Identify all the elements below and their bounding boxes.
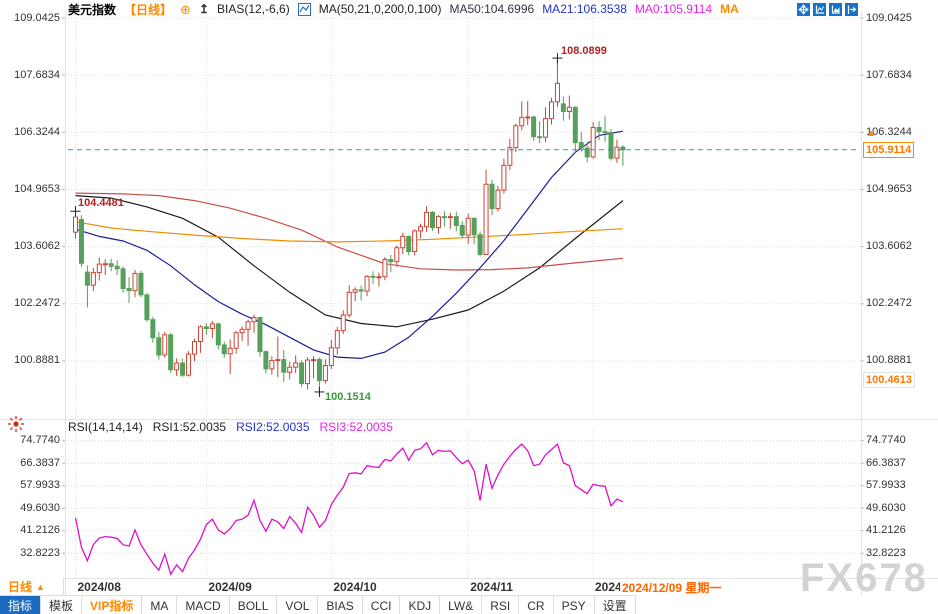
- open-high-marker-label: 104.4481: [78, 197, 124, 209]
- rsi1-value: RSI1:52.0035: [153, 420, 226, 434]
- zoom-axes-icon[interactable]: [813, 3, 826, 16]
- month-label: 2024/08: [78, 580, 121, 594]
- candles: [74, 58, 625, 392]
- toolbar-item-RSI[interactable]: RSI: [482, 596, 519, 614]
- ma-lines: [76, 131, 623, 358]
- month-label-partial: 2024: [595, 580, 622, 594]
- rsi-axis-label-right: 49.6030: [866, 502, 924, 515]
- toolbar-item-PSY[interactable]: PSY: [554, 596, 595, 614]
- live-indicator-icon[interactable]: [6, 414, 26, 439]
- rsi-axis-label-right: 74.7740: [866, 434, 924, 447]
- rsi3-value: RSI3:52.0035: [320, 420, 393, 434]
- rsi-axis-label-right: 57.9933: [866, 479, 924, 492]
- toolbar-item-LW&[interactable]: LW&: [440, 596, 482, 614]
- toolbar-item-VOL[interactable]: VOL: [277, 596, 318, 614]
- move-chart-icon[interactable]: [797, 3, 810, 16]
- watermark: FX678: [800, 556, 928, 601]
- ma0-value: MA0:105.9114: [635, 2, 712, 16]
- rsi-axis-label-left: 41.2126: [2, 524, 60, 537]
- period-selector-button[interactable]: 日线 ▲: [0, 578, 64, 595]
- price-arrow-icon: ▲: [866, 128, 876, 139]
- rsi2-value: RSI2:52.0035: [236, 420, 309, 434]
- y-axis-label-left: 103.6062: [2, 240, 60, 253]
- chart-canvas[interactable]: [0, 0, 938, 614]
- y-axis-label-right: 103.6062: [866, 240, 924, 253]
- pin-top-icon[interactable]: ↥: [199, 2, 209, 16]
- rsi-title: RSI(14,14,14): [68, 420, 143, 434]
- rsi-axis-label-left: 49.6030: [2, 502, 60, 515]
- period-selector-label: 日线: [8, 578, 32, 595]
- y-axis-label-left: 106.3244: [2, 126, 60, 139]
- chart-app: 美元指数 【日线】 ⊕ ↥ BIAS(12,-6,6) MA(50,21,0,2…: [0, 0, 938, 614]
- low-marker-label: 100.1514: [325, 391, 371, 403]
- y-axis-label-right: 109.0425: [866, 12, 924, 25]
- y-axis-label-left: 107.6834: [2, 69, 60, 82]
- current-date-label: 2024/12/09 星期一: [620, 579, 723, 596]
- ma-line-MA100: [76, 222, 623, 242]
- month-label: 2024/10: [333, 580, 376, 594]
- toolbar-item-VIP指标[interactable]: VIP指标: [82, 596, 142, 614]
- ma-line-MA21: [76, 131, 623, 358]
- rsi-line: [76, 443, 623, 574]
- indicator-toolbar: 指标模板VIP指标MAMACDBOLLVOLBIASCCIKDJLW&RSICR…: [0, 595, 636, 614]
- y-axis-label-left: 109.0425: [2, 12, 60, 25]
- y-axis-label-left: 104.9653: [2, 183, 60, 196]
- month-label: 2024/09: [208, 580, 251, 594]
- gridlines: [0, 12, 938, 595]
- chart-tool-icons: [797, 3, 858, 16]
- current-price-badge: 105.9114: [863, 142, 914, 158]
- symbol-title: 美元指数: [68, 1, 116, 18]
- toolbar-item-BOLL[interactable]: BOLL: [230, 596, 278, 614]
- rsi-axis-label-right: 66.3837: [866, 457, 924, 470]
- toolbar-item-CR[interactable]: CR: [519, 596, 553, 614]
- pan-right-icon[interactable]: [845, 3, 858, 16]
- bias-indicator-label: BIAS(12,-6,6): [217, 2, 290, 16]
- rsi-axis-label-left: 66.3837: [2, 457, 60, 470]
- y-axis-label-right: 104.9653: [866, 183, 924, 196]
- toolbar-item-MACD[interactable]: MACD: [177, 596, 229, 614]
- toolbar-item-模板[interactable]: 模板: [41, 596, 82, 614]
- ma50-value: MA50:104.6996: [449, 2, 534, 16]
- period-label[interactable]: 【日线】: [124, 1, 172, 18]
- y-axis-label-left: 102.2472: [2, 297, 60, 310]
- y-axis-label-right: 107.6834: [866, 69, 924, 82]
- y-axis-label-left: 100.8881: [2, 354, 60, 367]
- rsi-header: RSI(14,14,14) RSI1:52.0035 RSI2:52.0035 …: [68, 420, 393, 434]
- period-arrow-icon: ▲: [36, 582, 45, 592]
- toolbar-item-指标[interactable]: 指标: [0, 596, 41, 614]
- add-indicator-icon[interactable]: ⊕: [180, 3, 191, 16]
- toolbar-item-BIAS[interactable]: BIAS: [318, 596, 362, 614]
- ma-chart-icon: [298, 3, 311, 16]
- rsi-plot: [76, 443, 623, 574]
- rsi-axis-label-left: 32.8223: [2, 547, 60, 560]
- rsi-axis-label-right: 41.2126: [866, 524, 924, 537]
- toolbar-item-MA[interactable]: MA: [142, 596, 177, 614]
- month-label: 2024/11: [470, 580, 513, 594]
- y-axis-label-right: 102.2472: [866, 297, 924, 310]
- rsi-axis-label-right: 32.8223: [866, 547, 924, 560]
- ma21-value: MA21:106.3538: [542, 2, 627, 16]
- toolbar-item-CCI[interactable]: CCI: [363, 596, 401, 614]
- y-axis-label-right: 100.8881: [866, 354, 924, 367]
- area-chart-icon[interactable]: [829, 3, 842, 16]
- rsi-axis-label-left: 57.9933: [2, 479, 60, 492]
- ma-group-label: MA(50,21,0,200,0,100): [319, 2, 442, 16]
- toolbar-item-KDJ[interactable]: KDJ: [400, 596, 440, 614]
- toolbar-item-设置[interactable]: 设置: [595, 596, 636, 614]
- ma-more-label: MA: [720, 2, 739, 16]
- chart-header: 美元指数 【日线】 ⊕ ↥ BIAS(12,-6,6) MA(50,21,0,2…: [68, 2, 739, 16]
- ma-line-MA200: [76, 193, 623, 270]
- aux-low-badge: 100.4613: [863, 372, 915, 388]
- high-marker-label: 108.0899: [561, 45, 607, 57]
